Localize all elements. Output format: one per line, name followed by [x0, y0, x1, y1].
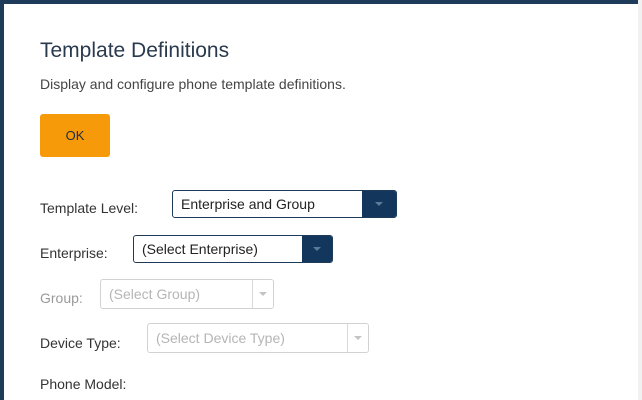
chevron-down-icon — [302, 236, 332, 262]
template-level-label: Template Level: — [40, 200, 139, 216]
group-value: (Select Group) — [109, 286, 201, 302]
panel: Template Definitions Display and configu… — [0, 0, 638, 400]
group-label: Group: — [40, 290, 83, 306]
ok-button[interactable]: OK — [40, 114, 110, 157]
device-type-select: (Select Device Type) — [147, 323, 369, 353]
template-level-value: Enterprise and Group — [181, 196, 315, 212]
enterprise-label: Enterprise: — [40, 245, 108, 261]
page-title: Template Definitions — [40, 39, 230, 62]
chevron-down-icon — [347, 324, 368, 352]
enterprise-select[interactable]: (Select Enterprise) — [133, 235, 333, 263]
template-level-select[interactable]: Enterprise and Group — [172, 190, 397, 218]
page-subtitle: Display and configure phone template def… — [40, 76, 346, 92]
phone-model-label: Phone Model: — [40, 376, 127, 392]
enterprise-value: (Select Enterprise) — [142, 241, 258, 257]
device-type-label: Device Type: — [40, 335, 121, 351]
device-type-value: (Select Device Type) — [156, 330, 285, 346]
scrollbar-track[interactable] — [638, 0, 642, 400]
chevron-down-icon — [252, 280, 273, 308]
group-select: (Select Group) — [100, 279, 274, 309]
chevron-down-icon — [362, 191, 396, 217]
